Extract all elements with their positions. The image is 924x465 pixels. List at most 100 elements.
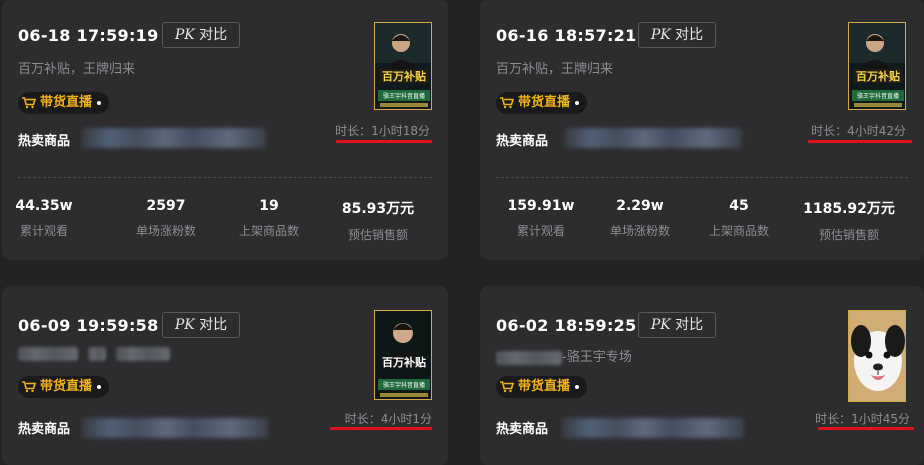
blurred-text: [496, 350, 562, 365]
stat-label: 累计观看: [516, 224, 565, 238]
puppy-image: [849, 311, 905, 401]
live-cover-thumbnail[interactable]: 百万补贴 骆王宇抖音直播: [374, 22, 432, 110]
stat-label: 预估销售额: [347, 228, 408, 242]
poster-text: 百万补贴: [382, 355, 426, 369]
poster-image: 百万补贴 骆王宇抖音直播: [849, 23, 905, 109]
stat-views: 159.91w 累计观看: [491, 198, 591, 239]
stat-value: 19: [259, 198, 279, 214]
duration: 时长：1小时18分: [335, 124, 430, 138]
poster-text: 百万补贴: [856, 69, 900, 83]
divider: [496, 177, 908, 178]
session-title-blurred: [18, 346, 171, 361]
session-title: 百万补贴，王牌归来: [496, 62, 614, 77]
badge-label: 带货直播: [518, 379, 571, 394]
stat-label: 单场涨粉数: [135, 224, 196, 238]
compare-label: 对比: [675, 317, 704, 333]
blurred-text: [18, 346, 78, 361]
stats-row: 44.35w 累计观看 2597 单场涨粉数 19 上架商品数 85.93万元 预估销售…: [15, 198, 428, 243]
live-session-card[interactable]: 06-09 19:59:58 PK 对比 带货直播 热卖商品 百万补贴 骆王宇抖…: [2, 286, 448, 465]
compare-label: 对比: [199, 27, 228, 43]
live-commerce-badge: 带货直播: [18, 376, 110, 398]
hot-products-label: 热卖商品: [496, 134, 549, 149]
poster-image: 百万补贴 骆王宇抖音直播: [375, 311, 431, 399]
pk-label: PK: [650, 27, 671, 43]
hot-products-blurred[interactable]: [82, 128, 266, 148]
pk-compare-button[interactable]: PK 对比: [162, 312, 240, 338]
hot-products-blurred[interactable]: [82, 418, 268, 438]
live-commerce-badge: 带货直播: [496, 92, 588, 114]
stats-row: 159.91w 累计观看 2.29w 单场涨粉数 45 上架商品数 1185.92万元…: [496, 198, 906, 242]
stat-value: 85.93万元: [341, 201, 415, 217]
live-commerce-badge: 带货直播: [18, 92, 110, 114]
duration: 时长：1小时45分: [815, 412, 910, 426]
live-cover-thumbnail[interactable]: [848, 310, 906, 402]
stat-products: 19 上架商品数: [219, 198, 319, 239]
red-annotation-underline: [336, 140, 432, 143]
pk-compare-button[interactable]: PK 对比: [638, 22, 716, 48]
session-title-text: -骆王宇专场: [562, 350, 632, 365]
stat-value: 1185.92万元: [803, 201, 895, 217]
stat-sales: 85.93万元 预估销售额: [328, 198, 428, 243]
shopping-cart-icon: [500, 96, 514, 108]
live-commerce-badge: 带货直播: [496, 376, 588, 398]
poster-subtext: 骆王宇抖音直播: [383, 92, 425, 100]
stat-products: 45 上架商品数: [689, 198, 789, 239]
hot-products-blurred[interactable]: [562, 418, 744, 438]
compare-label: 对比: [675, 27, 704, 43]
stat-value: 44.35w: [15, 198, 73, 214]
live-session-card[interactable]: 06-16 18:57:21 PK 对比 百万补贴，王牌归来 带货直播 热卖商品…: [480, 0, 924, 260]
duration: 时长：4小时1分: [344, 412, 432, 426]
badge-dot: [97, 100, 102, 105]
session-title: 百万补贴，王牌归来: [18, 62, 136, 77]
live-session-card[interactable]: 06-18 17:59:19 PK 对比 百万补贴，王牌归来 带货直播 热卖商品…: [2, 0, 448, 260]
stat-followers: 2.29w 单场涨粉数: [590, 198, 690, 239]
poster-image: 百万补贴 骆王宇抖音直播: [375, 23, 431, 109]
stat-label: 上架商品数: [708, 224, 769, 238]
hot-products-blurred[interactable]: [564, 128, 742, 148]
hot-products-label: 热卖商品: [18, 134, 71, 149]
poster-subtext: 骆王宇抖音直播: [857, 92, 899, 100]
blurred-text: [116, 346, 171, 361]
badge-label: 带货直播: [518, 95, 571, 110]
badge-label: 带货直播: [40, 95, 93, 110]
stat-value: 2.29w: [616, 198, 664, 214]
stat-label: 累计观看: [19, 224, 68, 238]
hot-products-label: 热卖商品: [496, 422, 549, 437]
red-annotation-underline: [818, 427, 914, 430]
stat-label: 上架商品数: [238, 224, 299, 238]
pk-compare-button[interactable]: PK 对比: [162, 22, 240, 48]
stat-value: 159.91w: [507, 198, 575, 214]
badge-label: 带货直播: [40, 379, 93, 394]
session-title: -骆王宇专场: [496, 346, 632, 365]
blurred-text: [88, 346, 107, 361]
session-datetime: 06-02 18:59:25: [496, 316, 637, 335]
red-annotation-underline: [330, 427, 432, 430]
badge-dot: [97, 384, 102, 389]
poster-subtext: 骆王宇抖音直播: [383, 381, 425, 389]
live-cover-thumbnail[interactable]: 百万补贴 骆王宇抖音直播: [374, 310, 432, 400]
stat-value: 2597: [146, 198, 186, 214]
compare-label: 对比: [199, 317, 228, 333]
stat-label: 单场涨粉数: [609, 224, 670, 238]
shopping-cart-icon: [22, 96, 36, 108]
session-datetime: 06-18 17:59:19: [18, 26, 159, 45]
badge-dot: [575, 384, 580, 389]
shopping-cart-icon: [500, 380, 514, 392]
session-datetime: 06-09 19:59:58: [18, 316, 159, 335]
stat-label: 预估销售额: [818, 228, 879, 242]
stat-value: 45: [729, 198, 749, 214]
hot-products-label: 热卖商品: [18, 422, 71, 437]
live-cover-thumbnail[interactable]: 百万补贴 骆王宇抖音直播: [848, 22, 906, 110]
divider: [18, 177, 432, 178]
stat-sales: 1185.92万元 预估销售额: [799, 198, 899, 243]
poster-text: 百万补贴: [382, 69, 426, 83]
stat-views: 44.35w 累计观看: [2, 198, 94, 239]
badge-dot: [575, 100, 580, 105]
duration: 时长：4小时42分: [811, 124, 906, 138]
stat-followers: 2597 单场涨粉数: [116, 198, 216, 239]
pk-label: PK: [650, 317, 671, 333]
session-datetime: 06-16 18:57:21: [496, 26, 637, 45]
pk-compare-button[interactable]: PK 对比: [638, 312, 716, 338]
live-session-card[interactable]: 06-02 18:59:25 PK 对比 -骆王宇专场 带货直播 热卖商品 时长…: [480, 286, 924, 465]
pk-label: PK: [174, 317, 195, 333]
